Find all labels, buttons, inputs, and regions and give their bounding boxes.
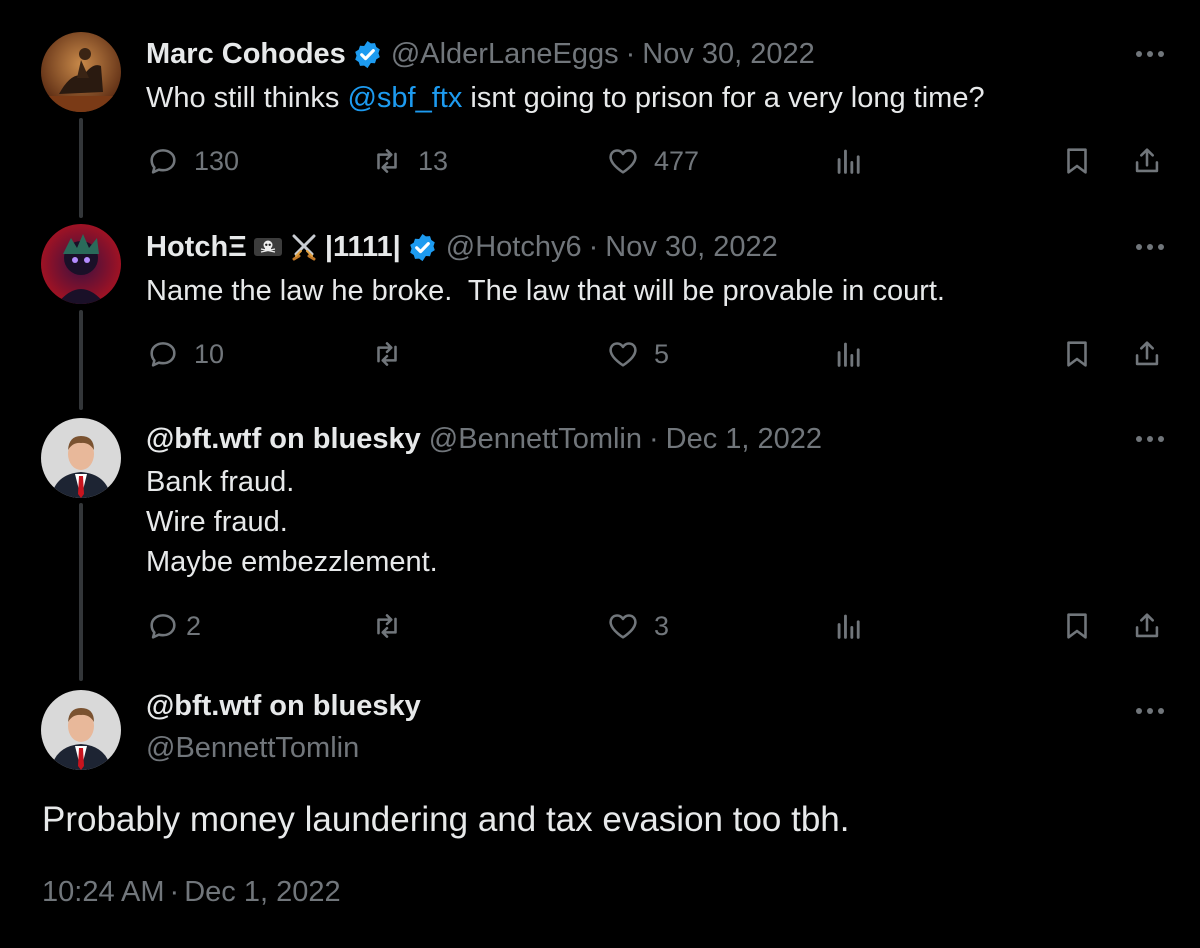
reply-button[interactable]: 130 — [146, 141, 239, 181]
views-icon — [832, 609, 866, 643]
verified-badge-icon — [407, 232, 438, 263]
like-count: 477 — [654, 145, 700, 176]
like-button[interactable]: 3 — [606, 606, 669, 646]
reply-button[interactable]: 10 — [146, 334, 224, 374]
main-tweet-timestamp[interactable]: 10:24 AM · Dec 1, 2022 — [42, 876, 341, 909]
bookmark-icon — [1060, 337, 1094, 371]
avatar[interactable] — [41, 690, 121, 770]
reply-icon — [146, 337, 180, 371]
reply-icon — [146, 609, 180, 643]
reply-button[interactable]: 2 — [146, 606, 201, 646]
reply-count: 130 — [194, 145, 240, 176]
display-name[interactable]: @bft.wtf on bluesky — [146, 423, 421, 456]
tweet-header: Marc Cohodes @AlderLaneEggs · Nov 30, 20… — [146, 34, 815, 74]
like-icon — [606, 144, 640, 178]
display-name[interactable]: Marc Cohodes — [146, 38, 346, 71]
retweet-button[interactable] — [370, 606, 404, 646]
bookmark-button[interactable] — [1060, 334, 1094, 374]
share-button[interactable] — [1130, 334, 1164, 374]
views-button[interactable] — [832, 334, 866, 374]
timestamp[interactable]: Nov 30, 2022 — [605, 231, 778, 264]
thread-line — [79, 503, 83, 681]
display-name-suffix: |1111| — [324, 230, 401, 263]
avatar[interactable] — [41, 224, 121, 304]
handle[interactable]: @BennettTomlin — [429, 423, 642, 456]
like-icon — [606, 609, 640, 643]
separator-dot: · — [625, 37, 636, 70]
action-bar: 2 3 — [146, 606, 1166, 646]
bookmark-button[interactable] — [1060, 141, 1094, 181]
share-icon — [1130, 144, 1164, 178]
avatar[interactable] — [41, 32, 121, 112]
views-button[interactable] — [832, 141, 866, 181]
more-icon[interactable] — [1132, 42, 1168, 66]
timestamp[interactable]: Dec 1, 2022 — [666, 423, 822, 456]
retweet-button[interactable] — [370, 334, 404, 374]
thread-line — [79, 310, 83, 410]
bookmark-button[interactable] — [1060, 606, 1094, 646]
reply-icon — [146, 144, 180, 178]
like-count: 5 — [654, 338, 670, 369]
more-icon[interactable] — [1132, 427, 1168, 451]
tweet-text-line: Wire fraud. — [146, 506, 288, 538]
avatar[interactable] — [41, 418, 121, 498]
tweet-header: HotchΞ |1111| @Hotchy6 · Nov 30, 2022 — [146, 227, 778, 267]
like-button[interactable]: 477 — [606, 141, 699, 181]
share-button[interactable] — [1130, 606, 1164, 646]
share-icon — [1130, 337, 1164, 371]
tweet-text-part: Who still thinks — [146, 82, 348, 114]
tweet-text: Bank fraud. Wire fraud. Maybe embezzleme… — [146, 462, 438, 582]
like-icon — [606, 337, 640, 371]
bookmark-icon — [1060, 144, 1094, 178]
views-icon — [832, 337, 866, 371]
thread-line — [79, 118, 83, 218]
crossed-swords-emoji — [289, 232, 319, 262]
time: 10:24 AM — [42, 876, 165, 908]
timestamp[interactable]: Nov 30, 2022 — [642, 38, 815, 71]
handle[interactable]: @BennettTomlin — [146, 732, 359, 765]
handle[interactable]: @Hotchy6 — [446, 231, 582, 264]
more-icon[interactable] — [1132, 699, 1168, 723]
action-bar: 130 13 477 — [146, 141, 1166, 181]
reply-count: 10 — [194, 338, 225, 369]
retweet-icon — [370, 609, 404, 643]
tweet-text-line: Maybe embezzlement. — [146, 546, 438, 578]
views-button[interactable] — [832, 606, 866, 646]
display-name[interactable]: HotchΞ — [146, 231, 247, 264]
separator-dot: · — [588, 230, 599, 263]
action-bar: 10 5 — [146, 334, 1166, 374]
views-icon — [832, 144, 866, 178]
share-button[interactable] — [1130, 141, 1164, 181]
tweet-text-line: Bank fraud. — [146, 466, 295, 498]
more-icon[interactable] — [1132, 235, 1168, 259]
verified-badge-icon — [352, 39, 383, 70]
date: Dec 1, 2022 — [184, 876, 341, 908]
retweet-button[interactable]: 13 — [370, 141, 448, 181]
tweet-text: Name the law he broke. The law that will… — [146, 275, 945, 307]
separator-dot: · — [169, 876, 180, 908]
handle[interactable]: @AlderLaneEggs — [391, 38, 619, 71]
tweet-text: Who still thinks @sbf_ftx isnt going to … — [146, 78, 985, 118]
retweet-count: 13 — [418, 145, 449, 176]
like-button[interactable]: 5 — [606, 334, 669, 374]
main-tweet-text: Probably money laundering and tax evasio… — [42, 800, 850, 839]
reply-count: 2 — [186, 610, 202, 641]
share-icon — [1130, 609, 1164, 643]
separator-dot: · — [649, 422, 659, 455]
retweet-icon — [370, 144, 404, 178]
tweet-header: @bft.wtf on bluesky @BennettTomlin · Dec… — [146, 419, 822, 459]
tweet-text-part: isnt going to prison for a very long tim… — [462, 82, 985, 114]
skull-flag-emoji — [253, 232, 283, 262]
mention-link[interactable]: @sbf_ftx — [347, 82, 462, 114]
display-name[interactable]: @bft.wtf on bluesky — [146, 690, 421, 723]
retweet-icon — [370, 337, 404, 371]
like-count: 3 — [654, 610, 670, 641]
bookmark-icon — [1060, 609, 1094, 643]
